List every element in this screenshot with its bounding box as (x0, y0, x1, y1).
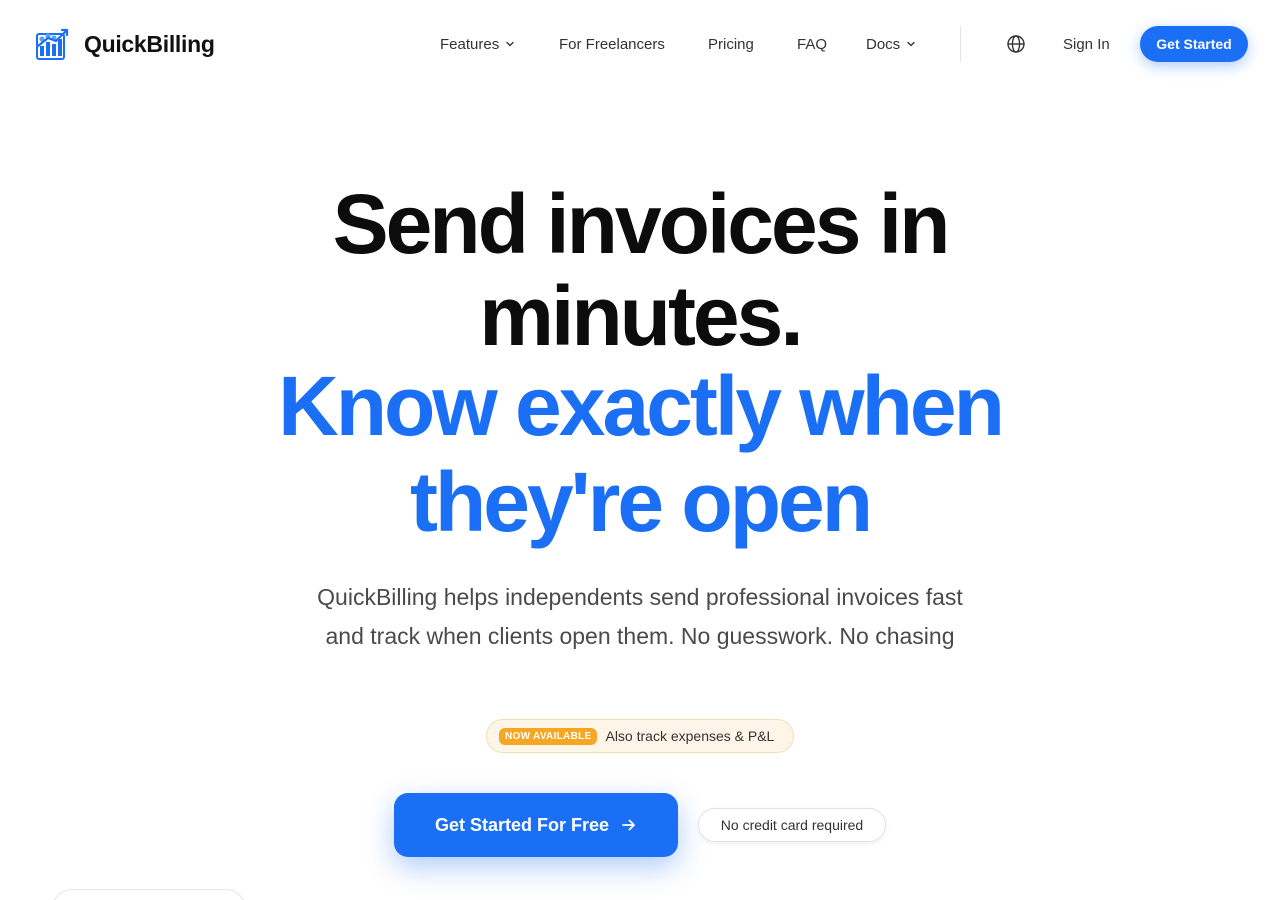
announcement-text: Also track expenses & P&L (605, 728, 775, 744)
chevron-down-icon (506, 41, 514, 47)
hero-headline-line2: minutes. (479, 269, 803, 363)
hero-highlight-line2: they're open (409, 455, 873, 549)
nav-item-pricing[interactable]: Pricing (708, 28, 754, 60)
hero-headline-line1: Send invoices in (332, 177, 951, 271)
get-started-free-button[interactable]: Get Started For Free (394, 793, 678, 857)
nav-item-for-freelancers[interactable]: For Freelancers (559, 28, 665, 60)
now-available-tag: NOW AVAILABLE (499, 727, 598, 745)
sign-in-link[interactable]: Sign In (1063, 28, 1110, 60)
hero-highlight-line1: Know exactly when (278, 359, 1005, 453)
below-fold-card (52, 889, 246, 900)
nav-label: Docs (866, 35, 901, 53)
get-started-button[interactable]: Get Started (1140, 26, 1248, 62)
announcement-badge[interactable]: NOW AVAILABLE Also track expenses & P&L (486, 719, 794, 753)
chevron-down-icon (907, 41, 915, 47)
cta-label: Get Started For Free (434, 814, 610, 835)
site-header: QuickBilling Features For Freelancers Pr… (0, 0, 1280, 88)
nav-item-docs[interactable]: Docs (866, 28, 916, 60)
nav-divider (960, 26, 961, 62)
arrow-right-icon (622, 819, 635, 831)
hero-subtitle: QuickBilling helps independents send pro… (317, 584, 963, 649)
nav-item-faq[interactable]: FAQ (797, 28, 827, 60)
no-credit-card-note: No credit card required (698, 808, 886, 842)
globe-icon[interactable] (1006, 34, 1026, 54)
nav-label: For Freelancers (559, 35, 665, 53)
nav-label: Pricing (708, 35, 754, 53)
nav-item-features[interactable]: Features (440, 28, 515, 60)
nav-label: FAQ (797, 35, 828, 53)
nav-label: Features (440, 35, 500, 53)
